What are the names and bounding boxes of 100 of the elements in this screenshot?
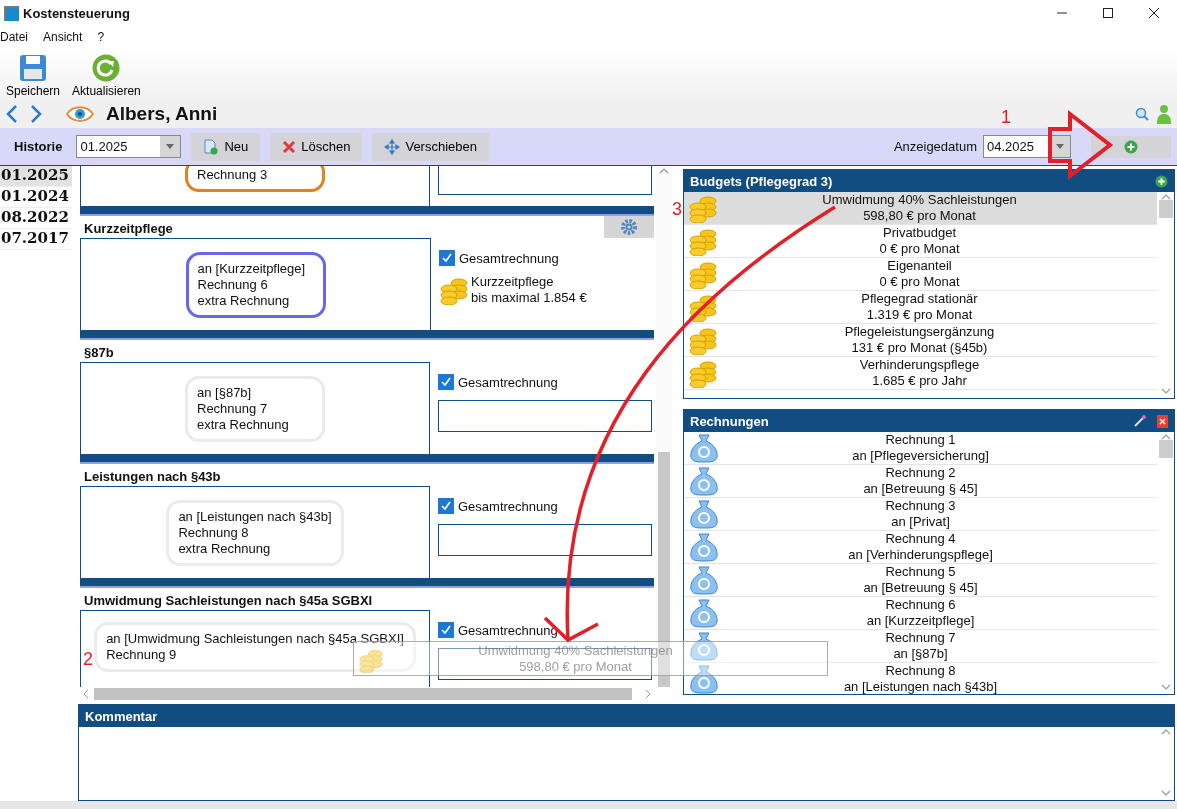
budget-item[interactable]: Privatbudget 0 € pro Monat xyxy=(684,225,1157,258)
scroll-thumb[interactable] xyxy=(94,688,632,700)
toolbar-button[interactable]: Verschieben xyxy=(372,132,489,161)
card-text: Rechnung 7 xyxy=(197,400,268,417)
checkbox[interactable] xyxy=(439,250,455,266)
add-button[interactable] xyxy=(1091,135,1171,158)
scroll-up-icon[interactable] xyxy=(1160,727,1171,735)
invoice-name: Rechnung 5 xyxy=(885,564,956,580)
invoice-item[interactable]: Rechnung 2 an [Betreuung § 45] xyxy=(684,465,1157,498)
money-bag-icon xyxy=(688,499,720,529)
section-title: Leistungen nach §43b xyxy=(84,469,221,484)
invoice-item[interactable]: Rechnung 7 an [§87b] xyxy=(684,630,1157,663)
money-bag-icon xyxy=(688,598,720,628)
scroll-thumb[interactable] xyxy=(1158,200,1173,218)
budget-drop-field[interactable] xyxy=(438,166,652,195)
budget-drop-field[interactable] xyxy=(438,400,652,432)
scroll-up-icon[interactable] xyxy=(1160,432,1171,440)
checkbox[interactable] xyxy=(438,622,454,638)
money-bag-icon xyxy=(688,565,720,595)
card-text: Rechnung 6 xyxy=(197,276,268,293)
section-title: §87b xyxy=(84,345,114,360)
card-text: extra Rechnung xyxy=(178,540,271,557)
person-name: Albers, Anni xyxy=(106,103,218,125)
budget-amount: 0 € pro Monat xyxy=(879,274,960,290)
history-item[interactable]: 01.2024 xyxy=(0,187,72,208)
total-checkbox[interactable]: Gesamtrechnung xyxy=(439,250,652,266)
history-item[interactable]: 07.2017 xyxy=(0,229,72,250)
coins-icon xyxy=(688,325,718,355)
app-icon xyxy=(4,5,19,21)
panel-title: Budgets (Pflegegrad 3) xyxy=(690,173,833,189)
invoice-recipient: an [§87b] xyxy=(893,646,948,662)
section-title: Umwidmung Sachleistungen nach §45a SGBXI xyxy=(84,593,373,608)
scroll-up-icon[interactable] xyxy=(659,166,669,174)
history-dropdown[interactable]: 01.2025 xyxy=(76,135,182,158)
checkbox[interactable] xyxy=(438,374,454,390)
invoice-card[interactable]: an [§87b] Rechnung 7 extra Rechnung xyxy=(185,375,325,442)
budget-item[interactable]: Pflegeleistungsergänzung 131 € pro Monat (§45b) xyxy=(684,324,1157,357)
annotation-number: 2 xyxy=(83,650,93,668)
person-icon[interactable] xyxy=(1157,104,1171,124)
menu-item[interactable]: ? xyxy=(97,30,105,44)
total-checkbox[interactable]: Gesamtrechnung xyxy=(438,498,652,514)
close-icon xyxy=(282,139,297,154)
total-checkbox[interactable]: Gesamtrechnung xyxy=(438,374,652,390)
menu-item[interactable]: Ansicht xyxy=(43,30,83,44)
invoice-item[interactable]: Rechnung 6 an [Kurzzeitpflege] xyxy=(684,597,1157,630)
card-text: extra Rechnung xyxy=(197,416,289,433)
money-bag-icon xyxy=(688,664,720,694)
scroll-right-icon[interactable] xyxy=(644,689,652,699)
menu-item[interactable]: Datei xyxy=(0,30,28,44)
toolbar-button[interactable]: Aktualisieren xyxy=(70,54,143,98)
card-text: extra Rechnung xyxy=(197,292,290,309)
back-button[interactable] xyxy=(6,104,18,124)
maximize-icon xyxy=(1103,8,1113,18)
invoice-item[interactable]: Rechnung 3 an [Privat] xyxy=(684,498,1157,531)
coins-icon xyxy=(688,193,718,223)
forward-button[interactable] xyxy=(30,104,42,124)
move-icon xyxy=(384,138,401,155)
invoice-card[interactable]: an [Kurzzeitpflege] Rechnung 6 extra Rechnung xyxy=(185,251,326,318)
date-dropdown[interactable]: 04.2025 xyxy=(983,135,1071,158)
budget-amount: 1.685 € pro Jahr xyxy=(872,373,967,389)
scroll-down-icon[interactable] xyxy=(1160,683,1171,691)
search-icon[interactable] xyxy=(1135,107,1149,121)
checkbox-label: Gesamtrechnung xyxy=(459,250,559,266)
scroll-thumb[interactable] xyxy=(1158,440,1173,458)
plus-icon xyxy=(1155,174,1168,188)
budget-item[interactable]: Umwidmung 40% Sachleistungen 598,80 € pro Monat xyxy=(684,192,1157,225)
scroll-up-icon[interactable] xyxy=(1160,192,1171,200)
invoice-card[interactable]: Rechnung 3 xyxy=(185,166,325,192)
new-document-icon xyxy=(203,138,220,155)
budget-drop-field[interactable] xyxy=(438,524,652,556)
toolbar-button[interactable]: Löschen xyxy=(270,132,363,161)
checkbox[interactable] xyxy=(438,498,454,514)
scroll-down-icon[interactable] xyxy=(1160,387,1171,395)
budget-item[interactable]: Pflegegrad stationär 1.319 € pro Monat xyxy=(684,291,1157,324)
scroll-down-icon[interactable] xyxy=(1160,789,1171,797)
invoice-recipient: an [Betreuung § 45] xyxy=(863,580,978,596)
toolbar-button[interactable]: Speichern xyxy=(4,54,63,98)
toolbar-button[interactable]: Neu xyxy=(191,132,261,161)
history-item[interactable]: 01.2025 xyxy=(0,166,72,187)
settings-button[interactable] xyxy=(604,216,654,238)
magic-wand-icon[interactable] xyxy=(1133,414,1147,428)
drag-preview-amount: 598,80 € pro Monat xyxy=(519,658,632,675)
plus-icon xyxy=(1124,139,1138,154)
invoice-card[interactable]: an [Umwidmung Sachleistungen nach §45a SGBXI] Rechnung 9 xyxy=(94,622,416,672)
total-checkbox[interactable]: Gesamtrechnung xyxy=(438,622,652,638)
invoice-item[interactable]: Rechnung 1 an [Pflegeversicherung] xyxy=(684,432,1157,465)
annotation-number: 3 xyxy=(672,200,682,218)
budget-amount: 598,80 € pro Monat xyxy=(863,208,976,224)
budget-item[interactable]: Verhinderungspflege 1.685 € pro Jahr xyxy=(684,357,1157,390)
panel-title: Kommentar xyxy=(85,708,158,724)
invoice-recipient: an [Betreuung § 45] xyxy=(863,481,978,497)
budget-name: Pflegeleistungsergänzung xyxy=(844,324,995,340)
invoice-card[interactable]: an [Leistungen nach §43b] Rechnung 8 extra Rechnung xyxy=(166,499,344,566)
delete-icon[interactable] xyxy=(1157,414,1168,428)
invoice-item[interactable]: Rechnung 5 an [Betreuung § 45] xyxy=(684,564,1157,597)
history-item[interactable]: 08.2022 xyxy=(0,208,72,229)
invoice-item[interactable]: Rechnung 4 an [Verhinderungspflege] xyxy=(684,531,1157,564)
scroll-left-icon[interactable] xyxy=(82,689,90,699)
budget-item[interactable]: Eigenanteil 0 € pro Monat xyxy=(684,258,1157,291)
money-bag-icon xyxy=(688,433,720,463)
